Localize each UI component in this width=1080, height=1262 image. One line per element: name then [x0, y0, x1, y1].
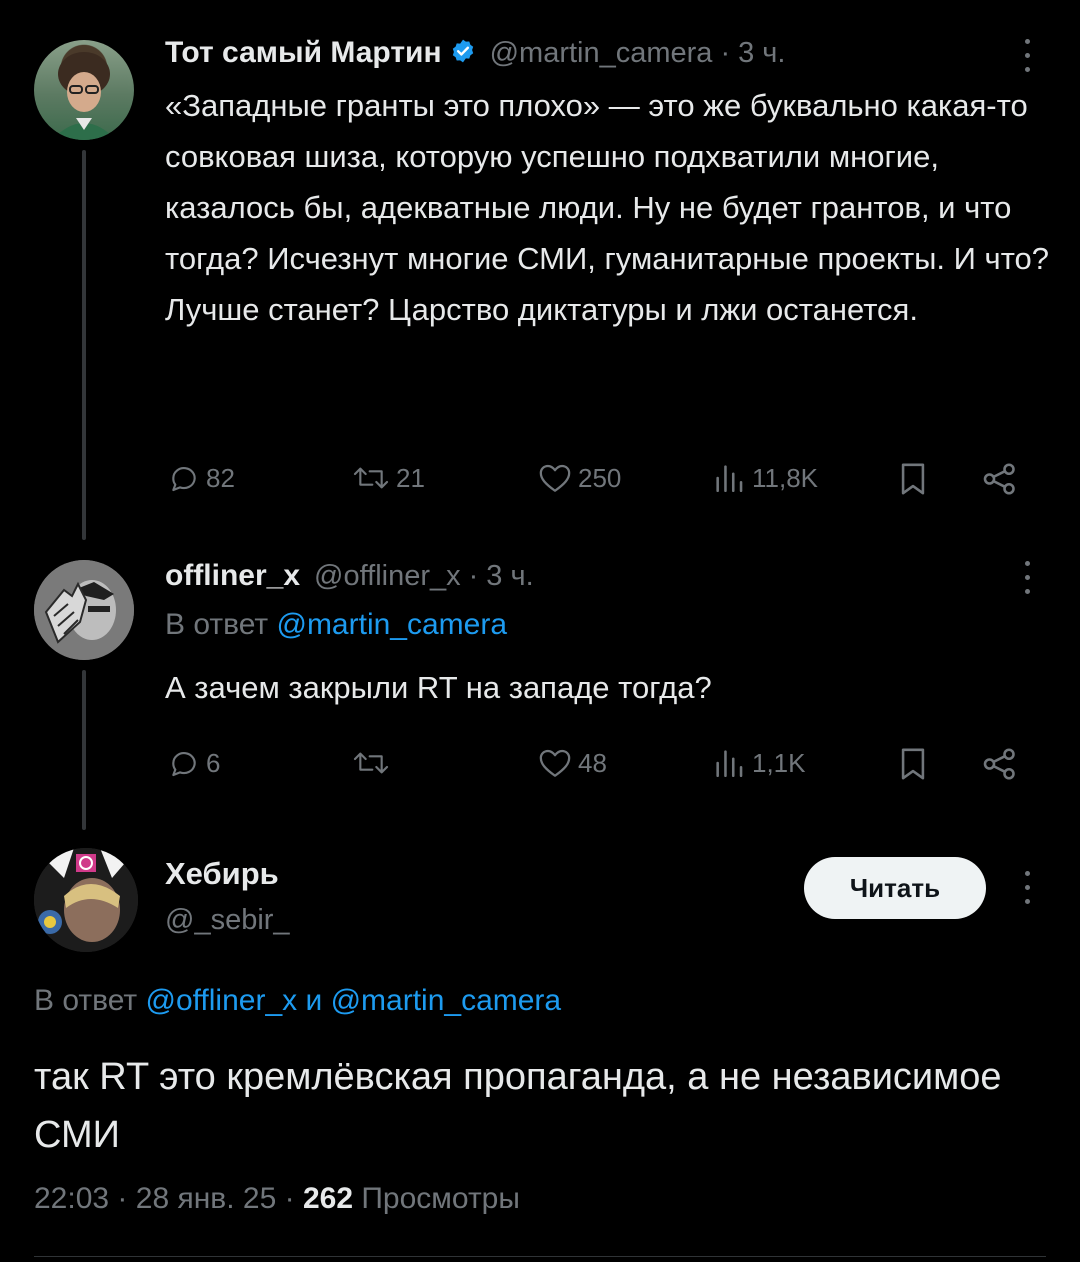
bookmark-button[interactable] [898, 747, 928, 781]
reply-count: 6 [206, 747, 221, 778]
more-options-icon[interactable] [1022, 558, 1032, 598]
separator: · [284, 1182, 295, 1215]
views-label: Просмотры [361, 1182, 520, 1215]
views-button[interactable]: 11,8K [712, 462, 818, 494]
like-button[interactable]: 250 [538, 462, 621, 494]
reply-mention-link[interactable]: @offliner_x [145, 984, 297, 1017]
separator: · [468, 559, 479, 592]
author-name[interactable]: Хебирь [165, 856, 279, 892]
tweet-text: так RT это кремлёвская пропаганда, а не … [34, 1056, 1002, 1156]
reply-mention-conjunction: и [305, 984, 323, 1017]
views-count: 262 [302, 1182, 354, 1215]
avatar[interactable] [34, 40, 134, 140]
tweet-meta: 22:03 · 28 янв. 25 · 262 Просмотры [34, 1182, 520, 1216]
reply-count: 82 [206, 462, 235, 493]
bookmark-icon [901, 748, 925, 780]
like-count: 250 [578, 462, 622, 493]
avatar[interactable] [34, 560, 134, 660]
reply-icon [172, 467, 196, 492]
views-icon [716, 750, 743, 778]
tweet-text: «Западные гранты это плохо» — это же бук… [165, 88, 1050, 327]
reply-prefix: В ответ [165, 608, 269, 641]
heart-icon [539, 749, 571, 777]
tweet-text: А зачем закрыли RT на западе тогда? [165, 670, 712, 705]
reply-button[interactable]: 82 [168, 462, 235, 494]
repost-icon [353, 467, 389, 489]
timestamp[interactable]: 3 ч. [486, 560, 533, 593]
reply-mention-link[interactable]: @martin_camera [331, 984, 562, 1017]
post-time[interactable]: 22:03 [34, 1182, 109, 1215]
thread-line [82, 670, 86, 830]
timestamp[interactable]: 3 ч. [738, 37, 785, 70]
separator: · [720, 36, 731, 69]
reply-prefix: В ответ [34, 984, 138, 1017]
bookmark-icon [901, 463, 925, 495]
repost-count: 21 [396, 462, 425, 493]
like-count: 48 [578, 747, 607, 778]
tweet-header: offliner_x @offliner_x · 3 ч. [165, 556, 534, 596]
views-icon [716, 465, 743, 493]
divider [34, 1256, 1046, 1257]
heart-icon [539, 464, 571, 492]
author-name[interactable]: offliner_x [165, 559, 300, 593]
share-icon [983, 748, 1015, 780]
share-icon [983, 463, 1015, 495]
author-handle[interactable]: @martin_camera [490, 37, 713, 70]
follow-button[interactable]: Читать [804, 857, 986, 919]
repost-button[interactable] [352, 747, 390, 779]
views-button[interactable]: 1,1K [712, 747, 806, 779]
more-options-icon[interactable] [1022, 36, 1032, 76]
views-count: 11,8K [752, 462, 819, 493]
reply-button[interactable]: 6 [168, 747, 220, 779]
repost-button[interactable]: 21 [352, 462, 425, 494]
bookmark-button[interactable] [898, 462, 928, 496]
avatar[interactable] [34, 848, 138, 952]
views-count: 1,1K [752, 747, 806, 778]
verified-badge-icon [450, 38, 476, 69]
author-handle[interactable]: @offliner_x [314, 560, 461, 593]
more-options-icon[interactable] [1022, 868, 1032, 908]
reply-context: В ответ @offliner_x и @martin_camera [34, 984, 561, 1018]
post-date[interactable]: 28 янв. 25 [136, 1182, 277, 1215]
reply-icon [172, 752, 196, 777]
avatar-photo [34, 560, 134, 660]
repost-icon [353, 752, 389, 774]
tweet-header: Тот самый Мартин @martin_camera · 3 ч. [165, 33, 785, 73]
share-button[interactable] [982, 462, 1018, 496]
avatar-photo [34, 848, 138, 952]
reply-context: В ответ @martin_camera [165, 608, 507, 642]
author-name[interactable]: Тот самый Мартин [165, 36, 442, 70]
thread-line [82, 150, 86, 540]
like-button[interactable]: 48 [538, 747, 607, 779]
share-button[interactable] [982, 747, 1018, 781]
reply-mention-link[interactable]: @martin_camera [276, 608, 507, 641]
author-handle[interactable]: @_sebir_ [165, 904, 290, 937]
avatar-photo [52, 52, 116, 140]
separator: · [117, 1182, 128, 1215]
